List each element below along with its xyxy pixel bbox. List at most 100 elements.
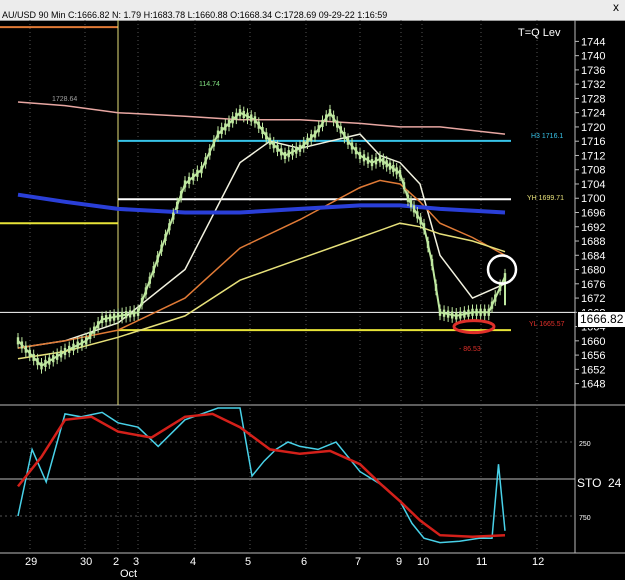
candle-body — [503, 273, 507, 281]
candle-body — [20, 341, 24, 349]
x-tick-label: 6 — [301, 556, 307, 568]
x-tick-label: 9 — [396, 556, 402, 568]
candle-body — [224, 123, 227, 131]
candle-body — [96, 321, 100, 329]
candle-body — [272, 141, 275, 149]
highlight-circle-white — [486, 254, 518, 285]
candle-body — [175, 201, 179, 209]
y-tick-label: 1652 — [581, 364, 605, 376]
candle-body — [287, 150, 290, 158]
x-tick-label: 7 — [355, 556, 361, 568]
candle-body — [283, 151, 287, 160]
candle-body — [108, 314, 112, 322]
candle-body — [298, 144, 302, 152]
candle-body — [354, 147, 358, 155]
candle-body — [183, 180, 187, 188]
candle-body — [385, 160, 388, 168]
candle-body — [302, 141, 305, 149]
candle-body — [59, 350, 63, 358]
sto-tick-label: 250 — [579, 441, 591, 448]
candle-body — [313, 130, 317, 138]
y-tick-label: 1716 — [581, 136, 605, 148]
candle-body — [246, 112, 249, 120]
y-tick-label: 1660 — [581, 336, 605, 348]
candle-body — [200, 166, 203, 174]
y-tick-label: 1688 — [581, 236, 605, 248]
candle-body — [416, 211, 419, 219]
sto-value: 24 — [608, 476, 622, 490]
candle-body — [179, 191, 183, 199]
candle-body — [280, 148, 283, 156]
candle-body — [227, 119, 231, 127]
y-tick-label: 1704 — [581, 179, 605, 191]
candle-body — [192, 173, 195, 181]
candle-body — [475, 308, 478, 316]
y-tick-label: 1740 — [581, 51, 605, 63]
candle-body — [63, 347, 67, 356]
y-tick-label: 1744 — [581, 36, 605, 48]
candle-body — [92, 326, 96, 334]
candle-body — [430, 258, 434, 266]
x-tick-label: 10 — [417, 556, 429, 568]
candle-body — [24, 345, 28, 353]
candle-body — [235, 112, 238, 120]
annotation-low: - 86.53 — [459, 346, 481, 353]
candle-body — [406, 194, 410, 202]
candle-body — [88, 331, 92, 340]
candle-body — [306, 137, 309, 145]
candle-body — [160, 244, 163, 252]
y-tick-label: 1656 — [581, 350, 605, 362]
price-series-price_line — [17, 110, 506, 368]
candle-body — [140, 298, 144, 306]
candle-body — [132, 309, 136, 317]
candle-body — [196, 169, 199, 177]
candle-body — [409, 200, 413, 208]
x-axis-sublabel-oct: Oct — [120, 568, 137, 580]
candle-body — [310, 134, 313, 142]
candle-body — [346, 137, 350, 145]
candle-body — [136, 308, 140, 316]
candle-body — [85, 337, 88, 345]
candle-body — [32, 353, 35, 362]
candle-body — [80, 339, 84, 347]
sto-series-stoch_red — [17, 412, 506, 538]
candle-body — [164, 233, 167, 242]
candle-body — [72, 343, 75, 351]
candle-body — [257, 121, 260, 129]
candle-body — [426, 241, 430, 249]
candle-body — [392, 164, 395, 173]
candle-body — [55, 352, 59, 360]
last-price-label: 1666.82 — [580, 312, 624, 326]
price-series-ma_blue — [17, 192, 506, 215]
x-tick-label: 4 — [190, 556, 196, 568]
candle-body — [459, 311, 462, 319]
candle-body — [291, 148, 294, 156]
candle-body — [382, 157, 385, 165]
candle-body — [128, 310, 132, 318]
candle-body — [463, 310, 466, 318]
candle-body — [362, 154, 366, 162]
candle-body — [494, 294, 497, 302]
candle-body — [490, 301, 494, 309]
candle-body — [395, 167, 398, 175]
candle-body — [483, 308, 486, 316]
x-tick-label: 5 — [245, 556, 251, 568]
annotation-yh: YH 1699.71 — [527, 195, 564, 202]
candle-body — [317, 125, 320, 133]
candle-body — [204, 157, 207, 165]
chart-window: AU/USD 90 Min C:1666.82 N: 1.79 H:1683.7… — [0, 0, 625, 580]
candle-body — [402, 182, 406, 190]
candle-body — [438, 308, 442, 316]
candle-body — [419, 217, 422, 225]
candle-body — [434, 283, 438, 291]
candle-body — [412, 205, 416, 213]
candle-body — [238, 109, 242, 117]
y-tick-label: 1648 — [581, 379, 605, 391]
candle-body — [212, 139, 216, 147]
candle-body — [498, 283, 502, 291]
candle-body — [144, 287, 148, 295]
candle-body — [253, 116, 257, 124]
candle-body — [242, 110, 245, 119]
candle-body — [321, 119, 324, 127]
candle-body — [467, 309, 470, 317]
